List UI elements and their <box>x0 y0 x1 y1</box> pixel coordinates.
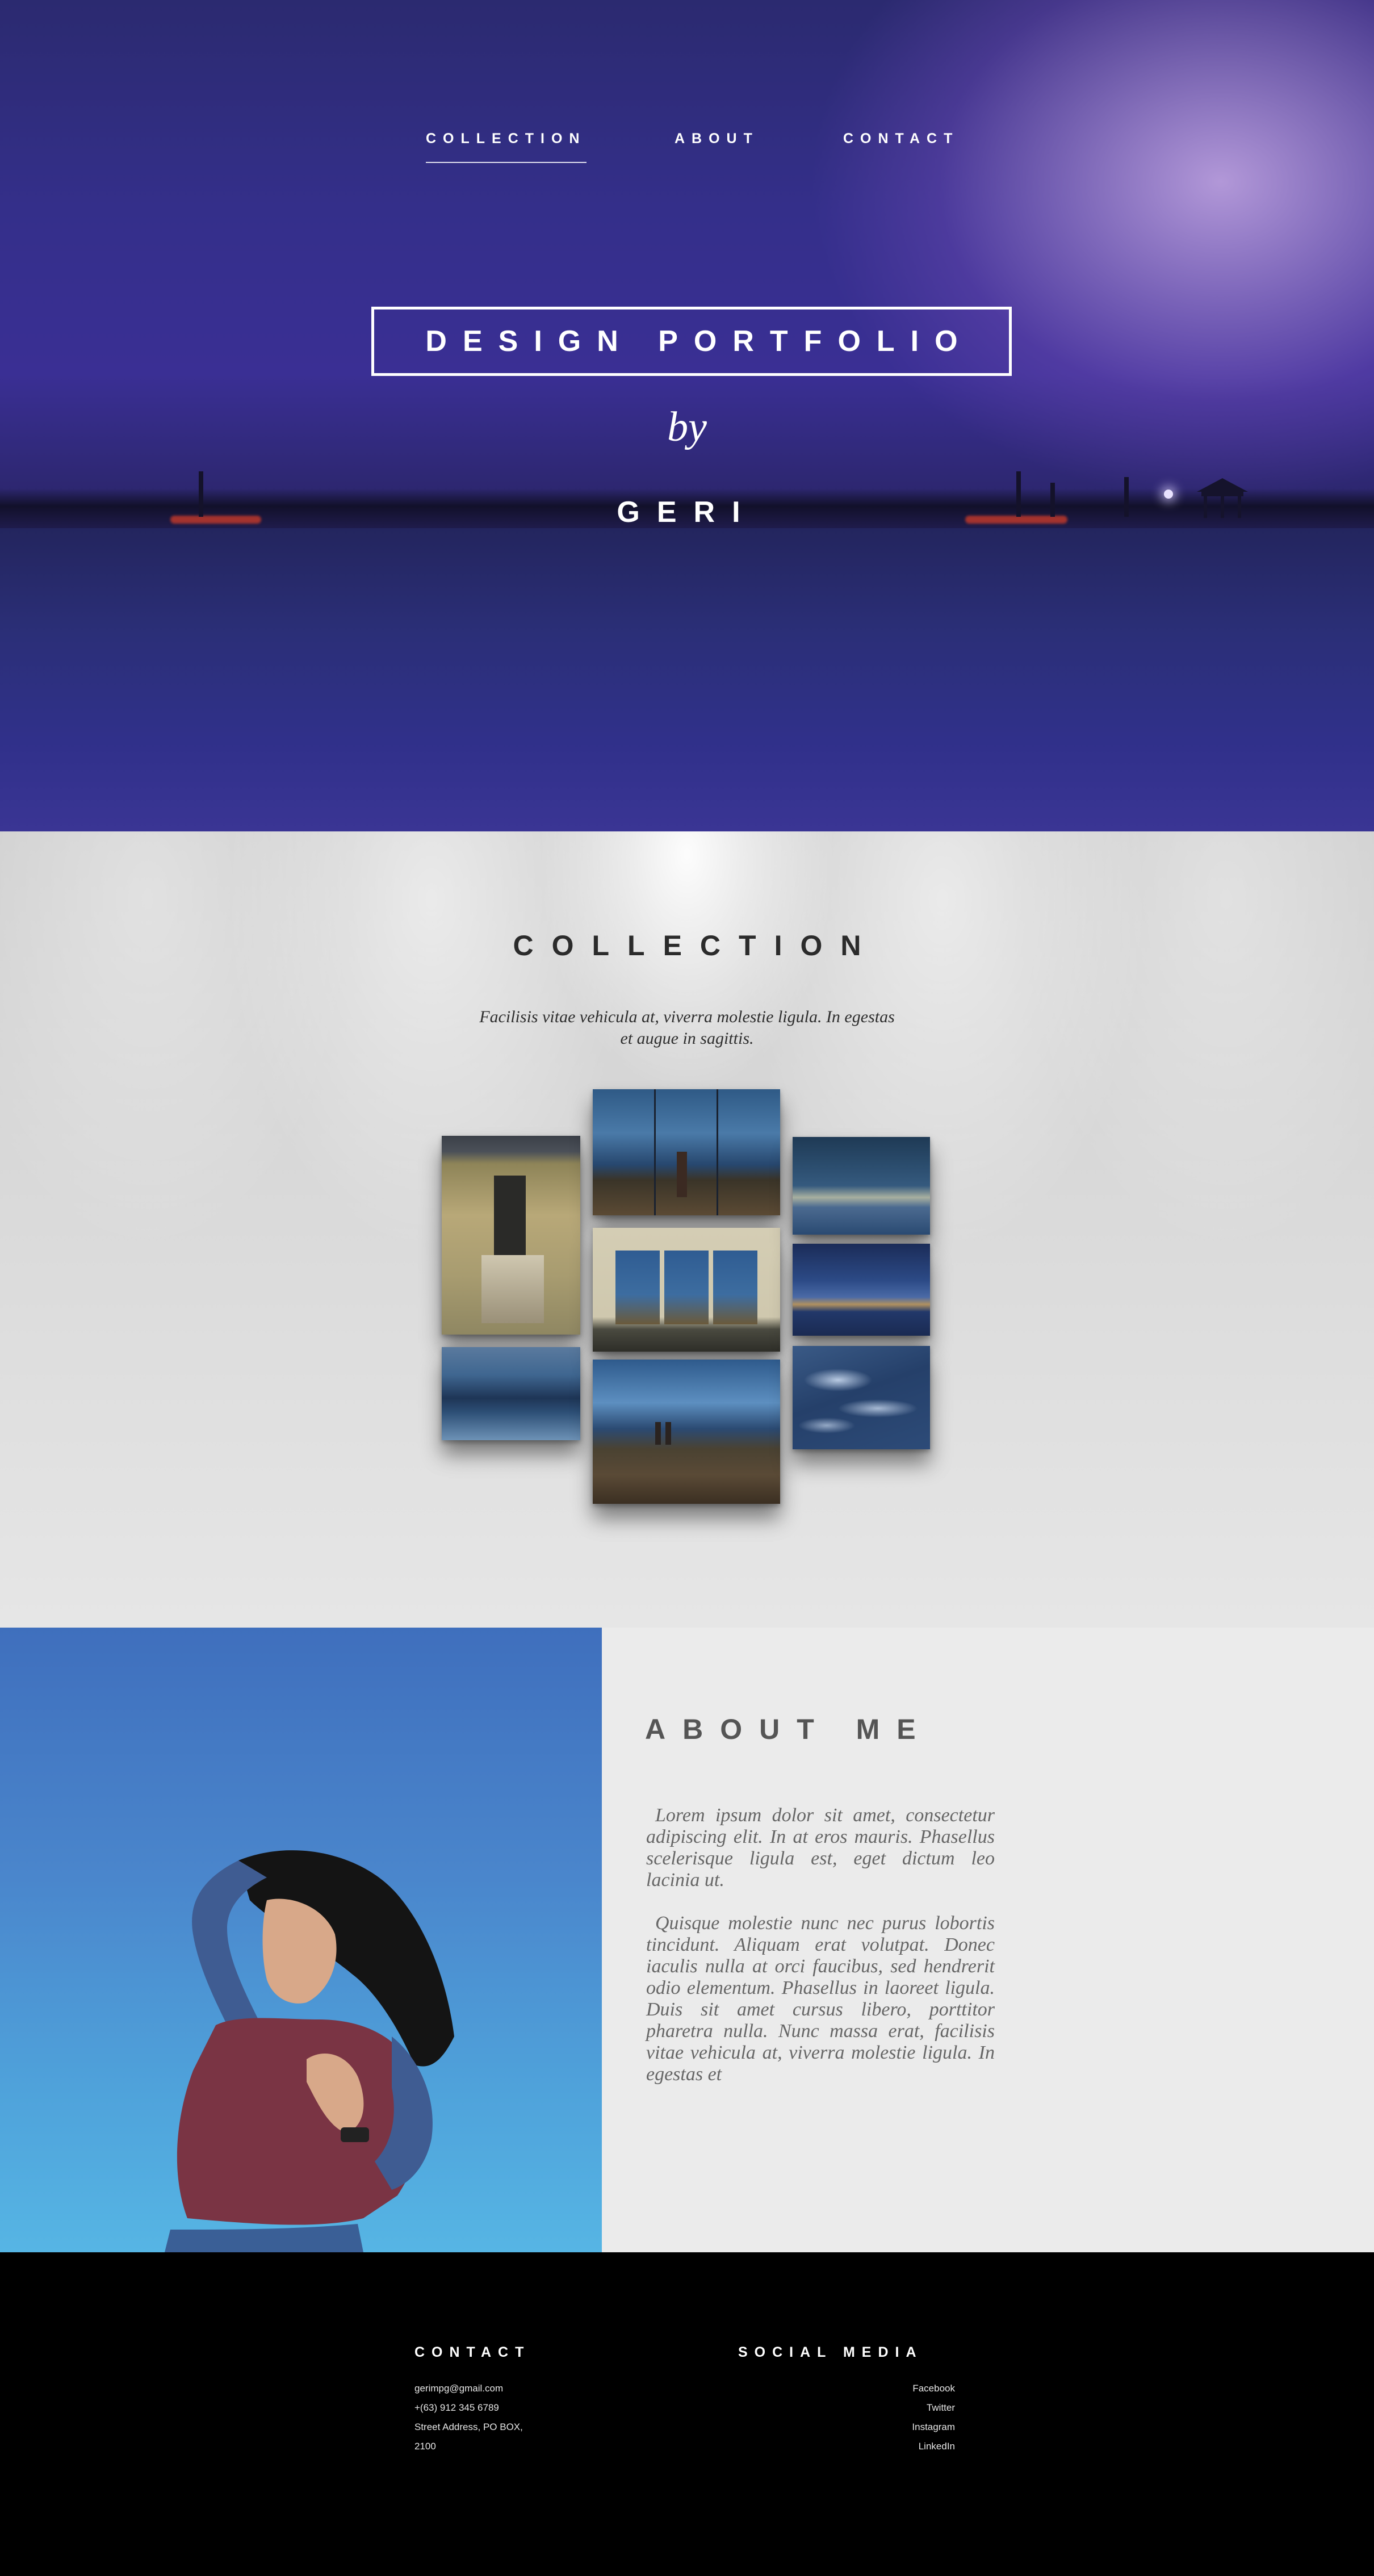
painting-panel-divider <box>717 1089 718 1215</box>
footer-email[interactable]: gerimpg@gmail.com <box>414 2383 503 2394</box>
footer-link-instagram[interactable]: Instagram <box>912 2422 955 2433</box>
painting-tower <box>655 1422 661 1445</box>
footer-contact-heading: CONTACT <box>414 2344 531 2360</box>
nav-about[interactable]: ABOUT <box>675 131 759 162</box>
collection-section: COLLECTION Facilisis vitae vehicula at, … <box>0 831 1374 1628</box>
painting-gallery-frame <box>713 1251 757 1324</box>
about-title: ABOUT ME <box>645 1713 933 1745</box>
painting-doorway-steps <box>481 1255 544 1323</box>
painting-panel-divider <box>654 1089 656 1215</box>
painting-doorway[interactable] <box>442 1136 580 1335</box>
about-paragraph-1: Lorem ipsum dolor sit amet, consectetur … <box>646 1805 995 1891</box>
painting-tower <box>677 1152 687 1197</box>
painting-gallery-frame <box>615 1251 660 1324</box>
painting-night-triptych[interactable] <box>593 1089 780 1215</box>
painting-doorway-opening <box>494 1176 526 1255</box>
painting-gallery-wall[interactable] <box>593 1228 780 1352</box>
painting-dark-sea[interactable] <box>793 1137 930 1235</box>
painting-road-night[interactable] <box>593 1360 780 1504</box>
painting-gallery-frame <box>664 1251 709 1324</box>
person-portrait-image <box>165 1850 454 2252</box>
hero-section: COLLECTION ABOUT CONTACT DESIGN PORTFOLI… <box>0 0 1374 831</box>
nav-collection[interactable]: COLLECTION <box>426 131 587 163</box>
painting-blue-shore[interactable] <box>442 1347 580 1440</box>
footer-phone: +(63) 912 345 6789 <box>414 2402 499 2413</box>
painting-water-reflections[interactable] <box>793 1346 930 1449</box>
about-photo <box>0 1628 602 2252</box>
footer-social-heading: SOCIAL MEDIA <box>738 2344 923 2360</box>
hero-by: by <box>667 404 707 450</box>
footer-link-facebook[interactable]: Facebook <box>912 2383 955 2394</box>
footer-link-linkedin[interactable]: LinkedIn <box>919 2441 955 2452</box>
collection-title: COLLECTION <box>513 930 879 961</box>
about-section: ABOUT ME Lorem ipsum dolor sit amet, con… <box>602 1628 1374 2252</box>
about-paragraph-2: Quisque molestie nunc nec purus lobortis… <box>646 1913 995 2085</box>
painting-tower <box>665 1422 671 1445</box>
hero-title-box: DESIGN PORTFOLIO <box>371 307 1012 376</box>
collection-description: Facilisis vitae vehicula at, viverra mol… <box>479 1007 895 1048</box>
painting-sunset-island[interactable] <box>793 1244 930 1336</box>
hero-author: GERI <box>617 496 757 529</box>
footer-address-line-2: 2100 <box>414 2441 436 2452</box>
nav-contact[interactable]: CONTACT <box>843 131 959 162</box>
footer-address-line-1: Street Address, PO BOX, <box>414 2422 523 2432</box>
footer-link-twitter[interactable]: Twitter <box>927 2402 955 2414</box>
footer: CONTACT gerimpg@gmail.com +(63) 912 345 … <box>0 2252 1374 2576</box>
hero-title: DESIGN PORTFOLIO <box>425 325 974 358</box>
hero-water <box>0 528 1374 831</box>
